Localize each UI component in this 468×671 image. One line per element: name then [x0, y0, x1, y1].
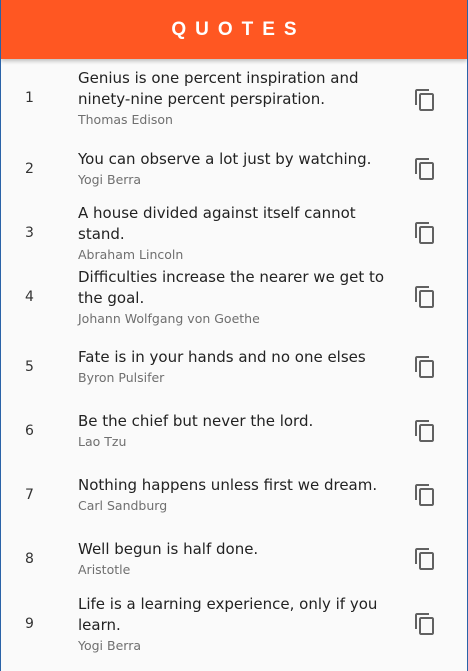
- quote-index: 5: [25, 359, 34, 375]
- quote-text: Be the chief but never the lord.: [78, 412, 314, 430]
- quote-row: 6 Be the chief but never the lord. Lao T…: [1, 409, 467, 453]
- quote-body: You can observe a lot just by watching. …: [78, 149, 398, 189]
- quote-author: Aristotle: [78, 562, 131, 577]
- content-copy-icon: [415, 286, 434, 308]
- quote-index: 3: [25, 225, 34, 241]
- content-copy-icon: [415, 484, 434, 506]
- content-copy-icon: [415, 222, 434, 244]
- quote-text: A house divided against itself cannot st…: [78, 203, 356, 243]
- quote-author: Yogi Berra: [78, 172, 141, 187]
- quote-author: Johann Wolfgang von Goethe: [78, 310, 260, 326]
- app-bar: QUOTES: [1, 0, 467, 59]
- quote-row: 8 Well begun is half done. Aristotle: [1, 537, 467, 581]
- copy-button[interactable]: [411, 417, 439, 445]
- quote-body: Fate is in your hands and no one elses B…: [78, 347, 398, 387]
- quote-row: 9 Life is a learning experience, only if…: [1, 593, 467, 655]
- quote-text: Fate is in your hands and no one elses: [78, 348, 366, 366]
- quote-text: Difficulties increase the nearer we get …: [78, 267, 385, 307]
- quote-body: Genius is one percent inspiration and ni…: [78, 68, 398, 129]
- quote-index: 6: [25, 423, 34, 439]
- quote-row: 2 You can observe a lot just by watching…: [1, 147, 467, 191]
- quote-text: Well begun is half done.: [78, 540, 259, 558]
- quote-index: 7: [25, 487, 34, 503]
- quote-body: A house divided against itself cannot st…: [78, 203, 398, 264]
- content-copy-icon: [415, 158, 434, 180]
- quote-author: Thomas Edison: [78, 111, 173, 127]
- quote-author: Byron Pulsifer: [78, 370, 165, 385]
- content-copy-icon: [415, 420, 434, 442]
- copy-button[interactable]: [411, 353, 439, 381]
- copy-button[interactable]: [411, 545, 439, 573]
- copy-button[interactable]: [411, 610, 439, 638]
- copy-button[interactable]: [411, 481, 439, 509]
- copy-button[interactable]: [411, 219, 439, 247]
- quote-body: Well begun is half done. Aristotle: [78, 539, 398, 579]
- quote-row: 3 A house divided against itself cannot …: [1, 204, 467, 262]
- quote-row: 5 Fate is in your hands and no one elses…: [1, 345, 467, 389]
- quote-index: 8: [25, 551, 34, 567]
- copy-button[interactable]: [411, 283, 439, 311]
- content-copy-icon: [415, 89, 434, 111]
- quote-text: Life is a learning experience, only if y…: [78, 594, 378, 634]
- quote-index: 2: [25, 161, 34, 177]
- quote-author: Lao Tzu: [78, 434, 127, 449]
- quote-author: Carl Sandburg: [78, 498, 168, 513]
- quote-text: You can observe a lot just by watching.: [78, 150, 372, 168]
- quote-index: 9: [25, 616, 34, 632]
- quote-row: 1 Genius is one percent inspiration and …: [1, 68, 467, 128]
- quote-author: Yogi Berra: [78, 637, 141, 653]
- copy-button[interactable]: [411, 155, 439, 183]
- content-copy-icon: [415, 548, 434, 570]
- quote-author: Abraham Lincoln: [78, 246, 184, 262]
- quote-text: Nothing happens unless first we dream.: [78, 476, 378, 494]
- quote-row: 4 Difficulties increase the nearer we ge…: [1, 266, 467, 328]
- quote-row: 7 Nothing happens unless first we dream.…: [1, 473, 467, 517]
- quote-index: 1: [25, 90, 34, 106]
- quote-body: Nothing happens unless first we dream. C…: [78, 475, 398, 515]
- content-copy-icon: [415, 613, 434, 635]
- app-window: QUOTES 1 Genius is one percent inspirati…: [0, 0, 468, 671]
- content-copy-icon: [415, 356, 434, 378]
- copy-button[interactable]: [411, 86, 439, 114]
- quote-body: Be the chief but never the lord. Lao Tzu: [78, 411, 398, 451]
- quote-body: Difficulties increase the nearer we get …: [78, 267, 398, 328]
- quote-text: Genius is one percent inspiration and ni…: [78, 68, 359, 108]
- quote-index: 4: [25, 289, 34, 305]
- app-title: QUOTES: [171, 18, 306, 40]
- quote-body: Life is a learning experience, only if y…: [78, 594, 398, 655]
